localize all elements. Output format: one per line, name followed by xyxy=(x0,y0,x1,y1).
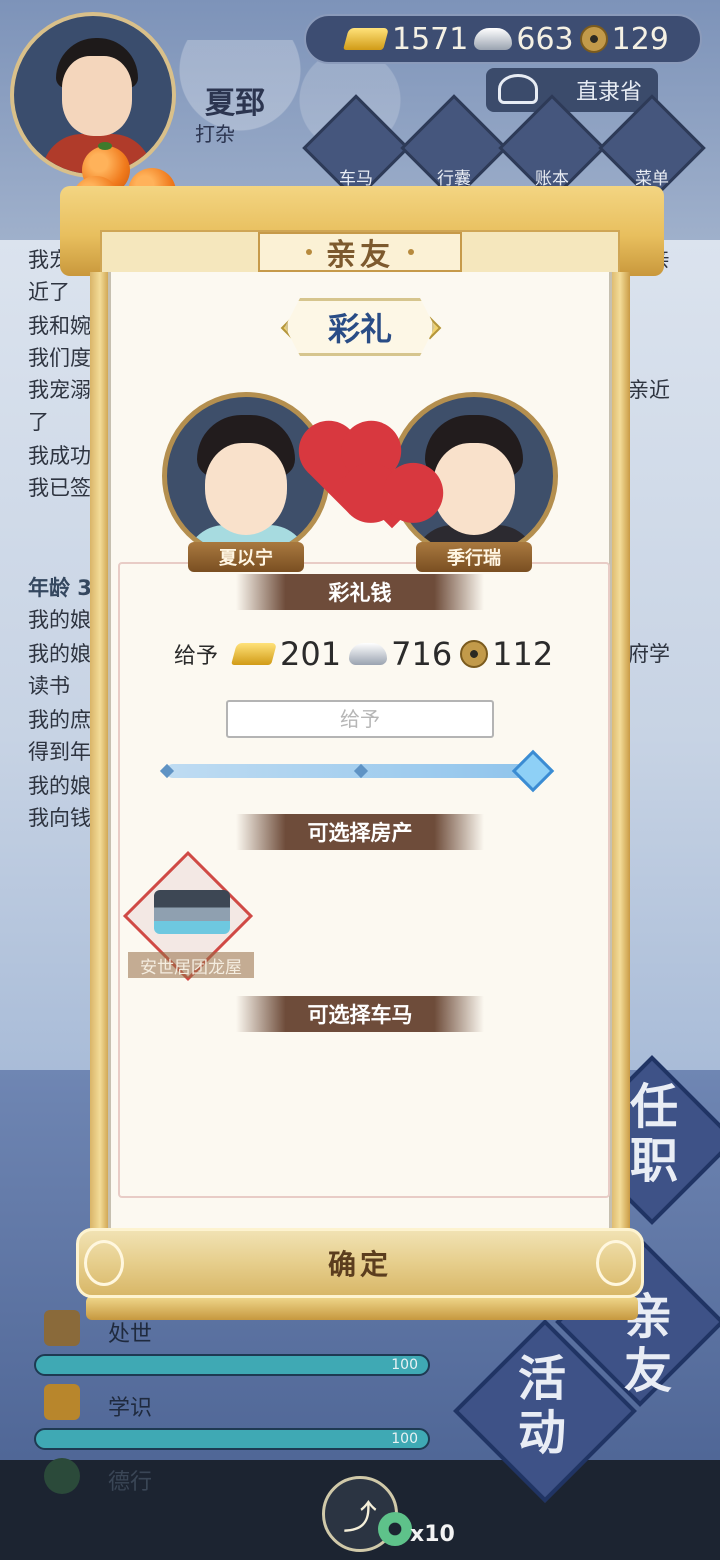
location-button[interactable]: 直隶省 xyxy=(486,68,658,112)
stat-label: 德行 xyxy=(108,1470,153,1495)
stat-bar: 100 xyxy=(34,1354,430,1376)
cloud-ornament-icon xyxy=(596,1240,636,1286)
gold-ingot-icon xyxy=(231,643,277,665)
house-icon xyxy=(154,890,230,934)
teapot-icon xyxy=(498,74,538,104)
cloud-ornament-icon xyxy=(84,1240,124,1286)
scroll-bottom-rod xyxy=(86,1296,638,1320)
groom-face xyxy=(433,443,515,535)
scroll-side-left xyxy=(90,272,110,1312)
gold-value: 1571 xyxy=(392,21,469,57)
virtue-icon xyxy=(44,1458,80,1494)
location-label: 直隶省 xyxy=(575,80,642,105)
give-amount-input[interactable] xyxy=(226,700,494,738)
log-line: 我向钱 xyxy=(28,806,91,830)
copper-coin-icon xyxy=(579,25,608,53)
log-line-right: 府学 xyxy=(628,642,670,666)
silver-currency: 663 xyxy=(474,21,574,57)
bride-portrait xyxy=(162,392,330,560)
bride-name: 夏以宁 xyxy=(188,542,304,572)
log-line: 我们度 xyxy=(28,346,91,370)
book-icon xyxy=(44,1384,80,1420)
stat-value: 100 xyxy=(391,1357,418,1373)
amount-slider[interactable] xyxy=(166,764,536,778)
copper-coin-icon xyxy=(460,640,489,668)
groom-name: 季行瑞 xyxy=(416,542,532,572)
property-section-header: 可选择房产 xyxy=(236,814,484,850)
share-icon: ⤴ xyxy=(343,1497,377,1538)
leaf-icon xyxy=(98,142,112,150)
gift-heading-label: 彩礼 xyxy=(285,298,435,356)
scroll-side-right xyxy=(610,272,630,1312)
carriage-section-header: 可选择车马 xyxy=(236,996,484,1032)
avatar-face xyxy=(62,56,132,136)
silver-ingot-icon xyxy=(474,28,513,50)
stat-value: 100 xyxy=(391,1431,418,1447)
title-dot xyxy=(408,249,414,255)
give-silver-value: 716 xyxy=(391,635,453,673)
gold-ingot-icon xyxy=(343,28,389,50)
property-name: 安世居团龙屋 xyxy=(128,952,254,978)
copper-currency: 129 xyxy=(579,21,669,57)
log-line: 我宠溺 xyxy=(28,378,91,402)
modal-title: 亲友 xyxy=(258,232,462,273)
silver-value: 663 xyxy=(516,21,574,57)
gold-currency: 1571 xyxy=(343,21,469,57)
copper-value: 129 xyxy=(611,21,669,57)
jade-count: x10 xyxy=(410,1522,455,1547)
log-line-right: 亲近 xyxy=(628,378,670,402)
player-name: 夏郅 xyxy=(205,86,265,121)
log-line: 我的庶 xyxy=(28,708,91,732)
log-age-line: 年龄 3 xyxy=(28,576,92,600)
stat-label: 处世 xyxy=(108,1322,153,1347)
jade-coin-icon xyxy=(378,1512,412,1546)
log-line: 得到年 xyxy=(28,740,91,764)
log-line: 我的娘 xyxy=(28,608,91,632)
title-dot xyxy=(306,249,312,255)
log-line: 我的娘 xyxy=(28,642,91,666)
handshake-icon xyxy=(44,1310,80,1346)
log-line: 读书 xyxy=(28,674,70,698)
stat-label: 学识 xyxy=(108,1396,153,1421)
log-line: 我的娘 xyxy=(28,774,91,798)
give-amount-row: 给予 201 716 112 xyxy=(174,632,561,676)
player-role: 打杂 xyxy=(195,122,235,146)
give-label: 给予 xyxy=(174,644,219,669)
silver-ingot-icon xyxy=(349,643,388,665)
badge-activity-label: 活动 xyxy=(517,1351,566,1461)
money-section-header: 彩礼钱 xyxy=(236,574,484,610)
log-line: 近了 xyxy=(28,280,70,304)
stat-bar: 100 xyxy=(34,1428,430,1450)
give-copper-value: 112 xyxy=(492,635,554,673)
gift-heading: 彩礼 xyxy=(120,298,600,356)
modal-title-text: 亲友 xyxy=(326,238,394,273)
log-line: 我已签 xyxy=(28,476,91,500)
heart-icon xyxy=(363,471,421,529)
log-line: 我和婉 xyxy=(28,314,91,338)
log-line: 我成功 xyxy=(28,444,91,468)
currency-bar: 1571 663 129 xyxy=(304,14,702,64)
bride-face xyxy=(205,443,287,535)
give-gold-value: 201 xyxy=(280,635,342,673)
log-line: 了 xyxy=(28,410,49,434)
confirm-button[interactable]: 确定 xyxy=(76,1228,644,1298)
